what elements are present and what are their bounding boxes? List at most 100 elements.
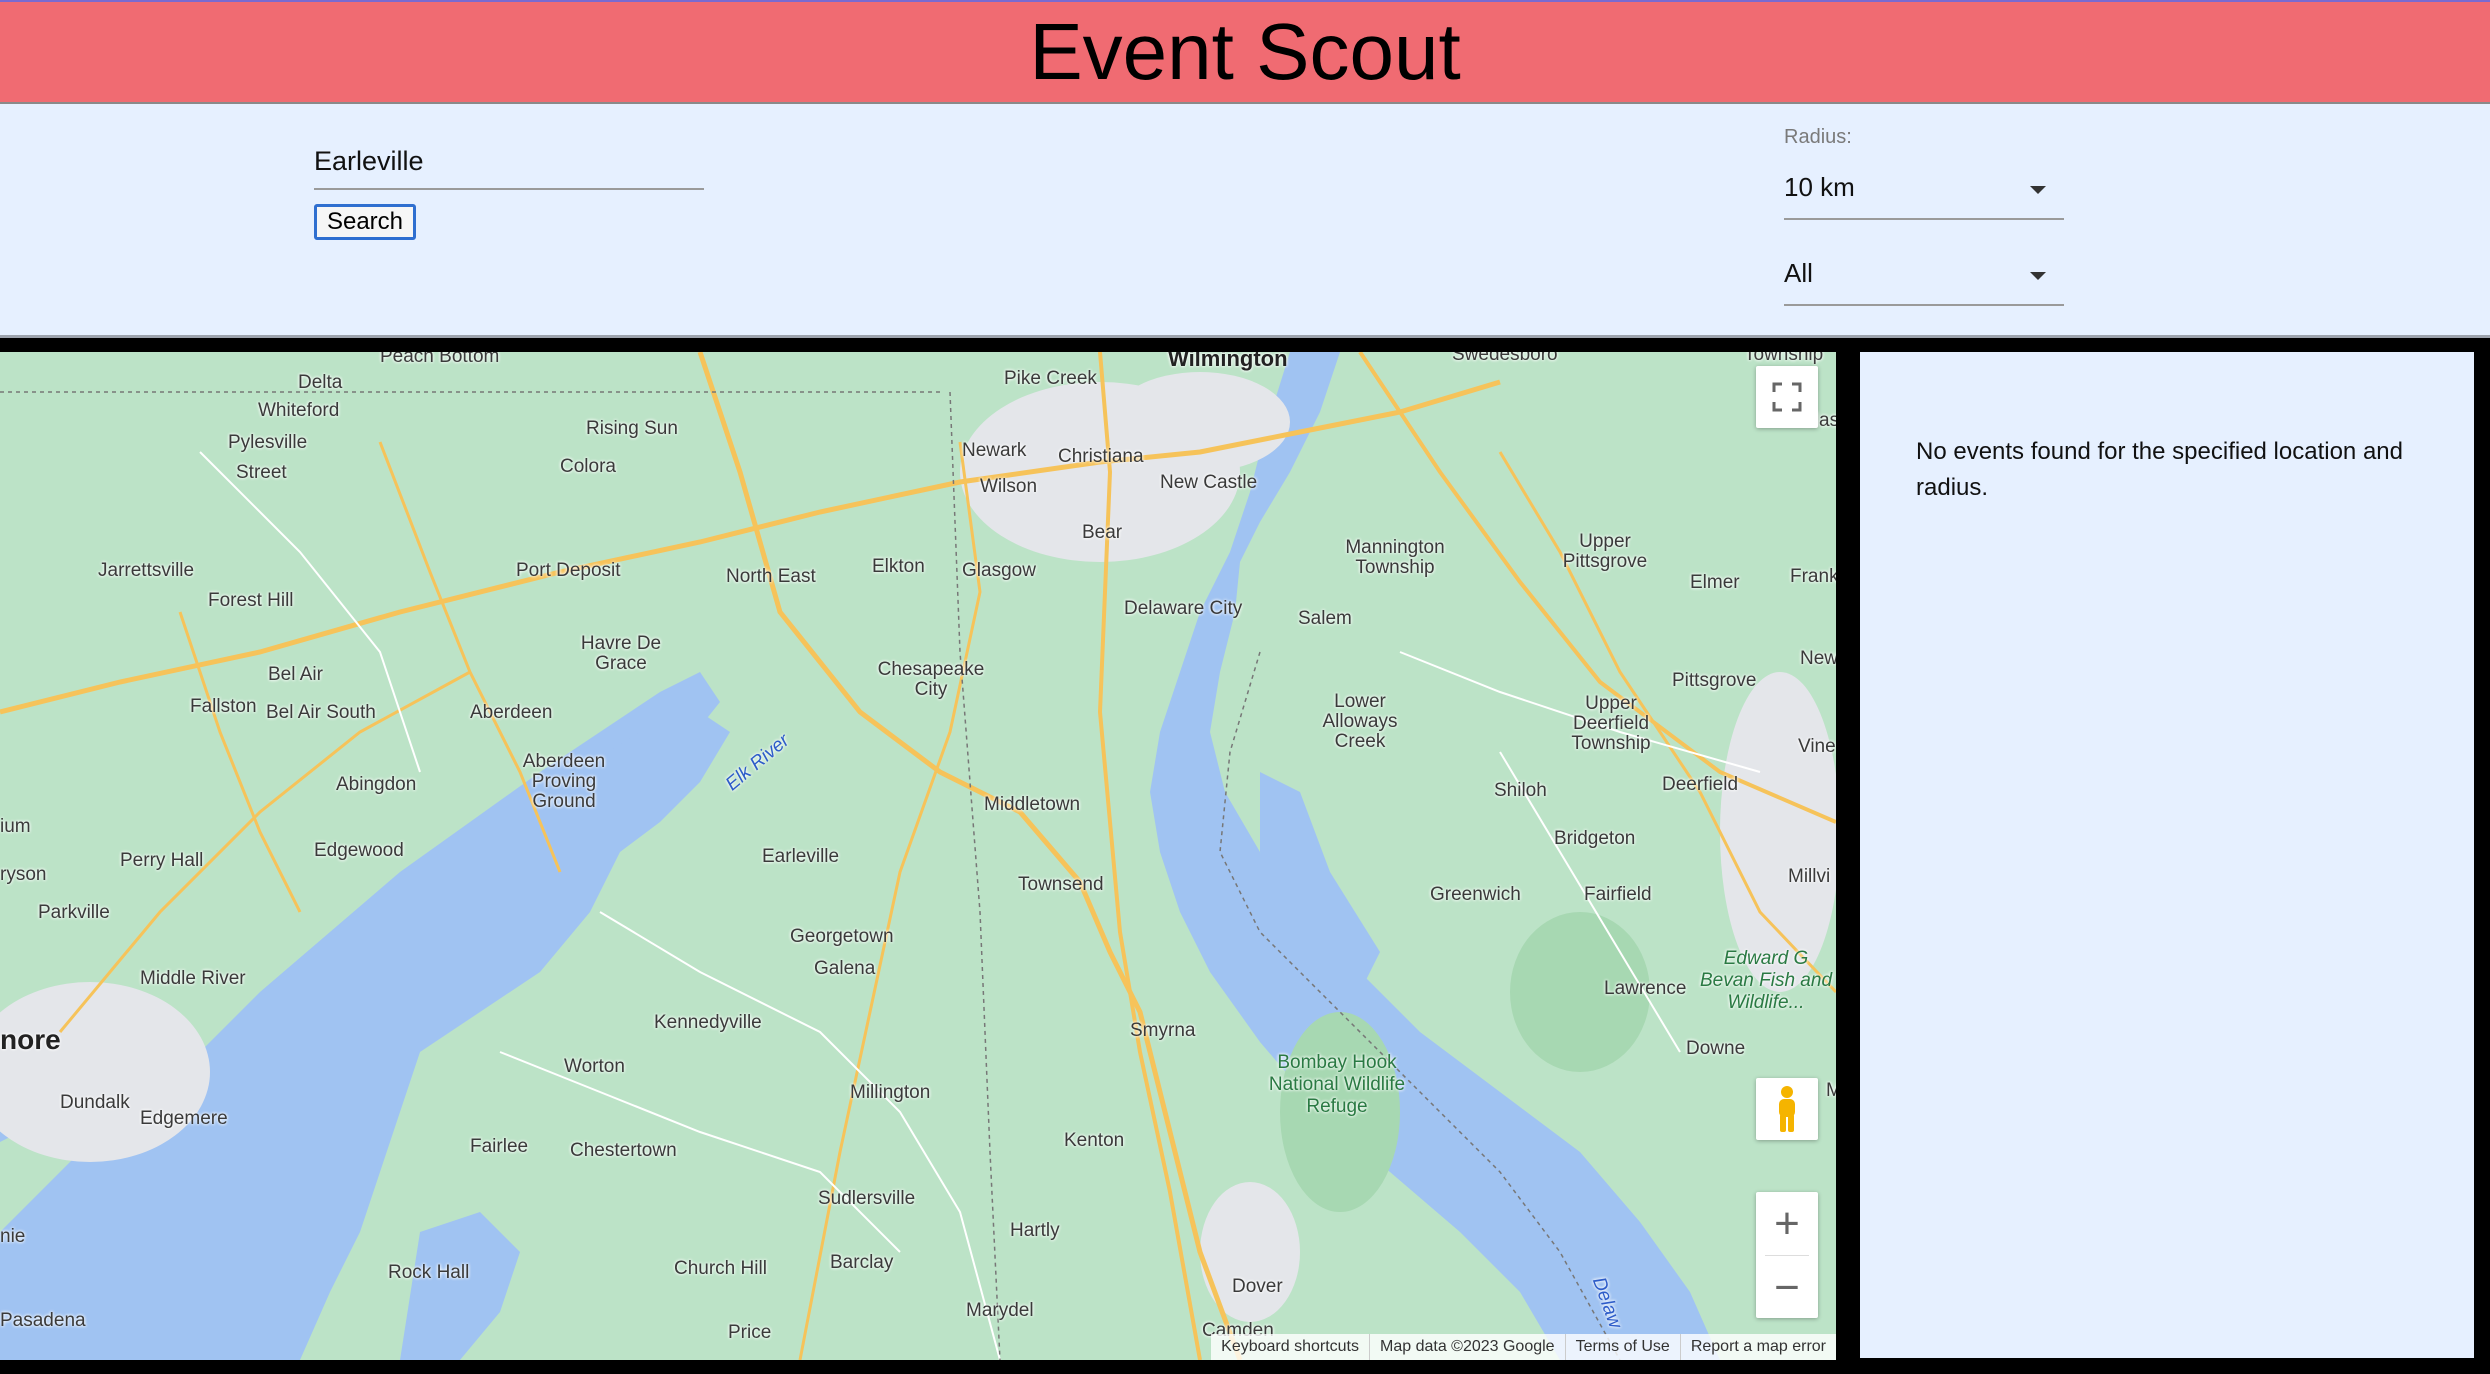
map-label: M [1826, 1080, 1836, 1101]
report-error-link[interactable]: Report a map error [1679, 1334, 1836, 1360]
map-label: Rising Sun [586, 418, 678, 439]
map-label: Upper Deerfield Township [1571, 693, 1651, 754]
location-input[interactable] [314, 134, 704, 190]
map-label: Newark [962, 440, 1027, 461]
search-controls: Search Radius: 10 km All [0, 104, 2490, 338]
map-label: Edgewood [314, 840, 404, 861]
map-label: Chestertown [570, 1140, 677, 1161]
map-label: Millvi [1788, 866, 1831, 887]
map-label: Kenton [1064, 1130, 1125, 1151]
map-label: Forest Hill [208, 590, 294, 611]
map-label: Dover [1232, 1276, 1283, 1297]
map-label: Lower Alloways Creek [1322, 691, 1398, 752]
zoom-control: + − [1756, 1192, 1818, 1318]
chevron-down-icon [2030, 186, 2046, 194]
chevron-down-icon [2030, 272, 2046, 280]
map-label: Salem [1298, 608, 1352, 629]
map-label: Abingdon [336, 774, 417, 795]
map-label: Rock Hall [388, 1262, 470, 1283]
map-label: Galena [814, 958, 876, 979]
map-label: Smyrna [1130, 1020, 1196, 1041]
map-label: Middle River [140, 968, 246, 989]
map-label: ryson [0, 864, 47, 885]
map-label: Parkville [38, 902, 110, 923]
map-label: Price [728, 1322, 772, 1343]
map-data-credit: Map data ©2023 Google [1369, 1334, 1565, 1360]
map-label: Mannington Township [1345, 537, 1445, 578]
street-view-pegman-button[interactable] [1756, 1078, 1818, 1140]
map-label: Perry Hall [120, 850, 204, 871]
map-label: Earleville [762, 846, 840, 867]
zoom-out-button[interactable]: − [1756, 1256, 1818, 1319]
map-label: Downe [1686, 1038, 1746, 1059]
map-view[interactable]: Wilmington Pike Creek Newark Christiana … [0, 352, 1836, 1360]
map-label: Delta [298, 372, 343, 393]
keyboard-shortcuts-link[interactable]: Keyboard shortcuts [1211, 1334, 1369, 1360]
map-attribution: Keyboard shortcuts Map data ©2023 Google… [1211, 1334, 1836, 1360]
terms-link[interactable]: Terms of Use [1564, 1334, 1680, 1360]
map-label: Millington [850, 1082, 931, 1103]
zoom-in-button[interactable]: + [1756, 1192, 1818, 1255]
category-selected-value: All [1784, 258, 1813, 288]
map-label: Greenwich [1430, 884, 1521, 905]
map-label: Peach Bottom [380, 352, 500, 367]
map-label: Elmer [1690, 572, 1740, 593]
radius-selected-value: 10 km [1784, 172, 1855, 202]
map-label: Colora [560, 456, 616, 477]
map-label: Jarrettsville [98, 560, 195, 581]
map-label: Upper Pittsgrove [1562, 531, 1648, 572]
app-header: Event Scout [0, 0, 2490, 104]
map-label: Vine [1798, 736, 1836, 757]
map-label: Whiteford [258, 400, 340, 421]
no-results-message: No events found for the specified locati… [1916, 438, 2403, 501]
map-label: Street [236, 462, 287, 483]
map-label: Barclay [830, 1252, 894, 1273]
map-label: Pittsgrove [1672, 670, 1757, 691]
map-label: Bel Air [268, 664, 323, 685]
map-label: Middletown [984, 794, 1081, 815]
map-label: Deerfield [1662, 774, 1739, 795]
map-label: Townsend [1018, 874, 1104, 895]
map-label: Worton [564, 1056, 625, 1077]
map-label: Havre De Grace [580, 633, 662, 674]
map-label: nore [0, 1024, 61, 1055]
map-label: Bel Air South [266, 702, 376, 723]
map-label: Fairlee [470, 1136, 529, 1157]
map-label: Christiana [1058, 446, 1144, 467]
map-label: Pike Creek [1004, 368, 1097, 389]
map-label: Shiloh [1494, 780, 1547, 801]
search-button[interactable]: Search [314, 204, 416, 240]
map-label: Georgetown [790, 926, 894, 947]
map-label: Delaware City [1124, 598, 1243, 619]
radius-select[interactable]: 10 km [1784, 164, 2064, 220]
map-label: ium [0, 816, 31, 837]
radius-label: Radius: [1784, 126, 1852, 148]
map-label: Pasadena [0, 1310, 86, 1331]
map-label: New Castle [1160, 472, 1258, 493]
map-label: Dundalk [60, 1092, 130, 1113]
fullscreen-button[interactable] [1756, 366, 1818, 428]
map-label: Marydel [966, 1300, 1034, 1321]
map-label: North East [726, 566, 816, 587]
map-label: Bear [1082, 522, 1123, 543]
fullscreen-icon [1772, 382, 1802, 412]
app-page: Event Scout Search Radius: 10 km All [0, 0, 2490, 1374]
map-label: Hartly [1010, 1220, 1060, 1241]
map-label: Pylesville [228, 432, 308, 453]
results-panel: No events found for the specified locati… [1860, 352, 2474, 1358]
map-label: Aberdeen [470, 702, 553, 723]
category-select[interactable]: All [1784, 250, 2064, 306]
map-label: Chesapeake City [877, 659, 985, 700]
map-label: Wilson [980, 476, 1038, 497]
map-label: Aberdeen Proving Ground [522, 751, 606, 812]
pegman-icon [1779, 1086, 1795, 1132]
map-label: Wilmington [1168, 352, 1288, 371]
map-label: Fairfield [1584, 884, 1652, 905]
map-label: Elkton [872, 556, 925, 577]
map-label: New [1800, 648, 1836, 669]
map-label: Church Hill [674, 1258, 767, 1279]
map-label: Bridgeton [1554, 828, 1636, 849]
map-label: Edgemere [140, 1108, 228, 1129]
map-label: nie [0, 1226, 26, 1247]
map-park-label: Bombay Hook National Wildlife Refuge [1268, 1052, 1406, 1117]
